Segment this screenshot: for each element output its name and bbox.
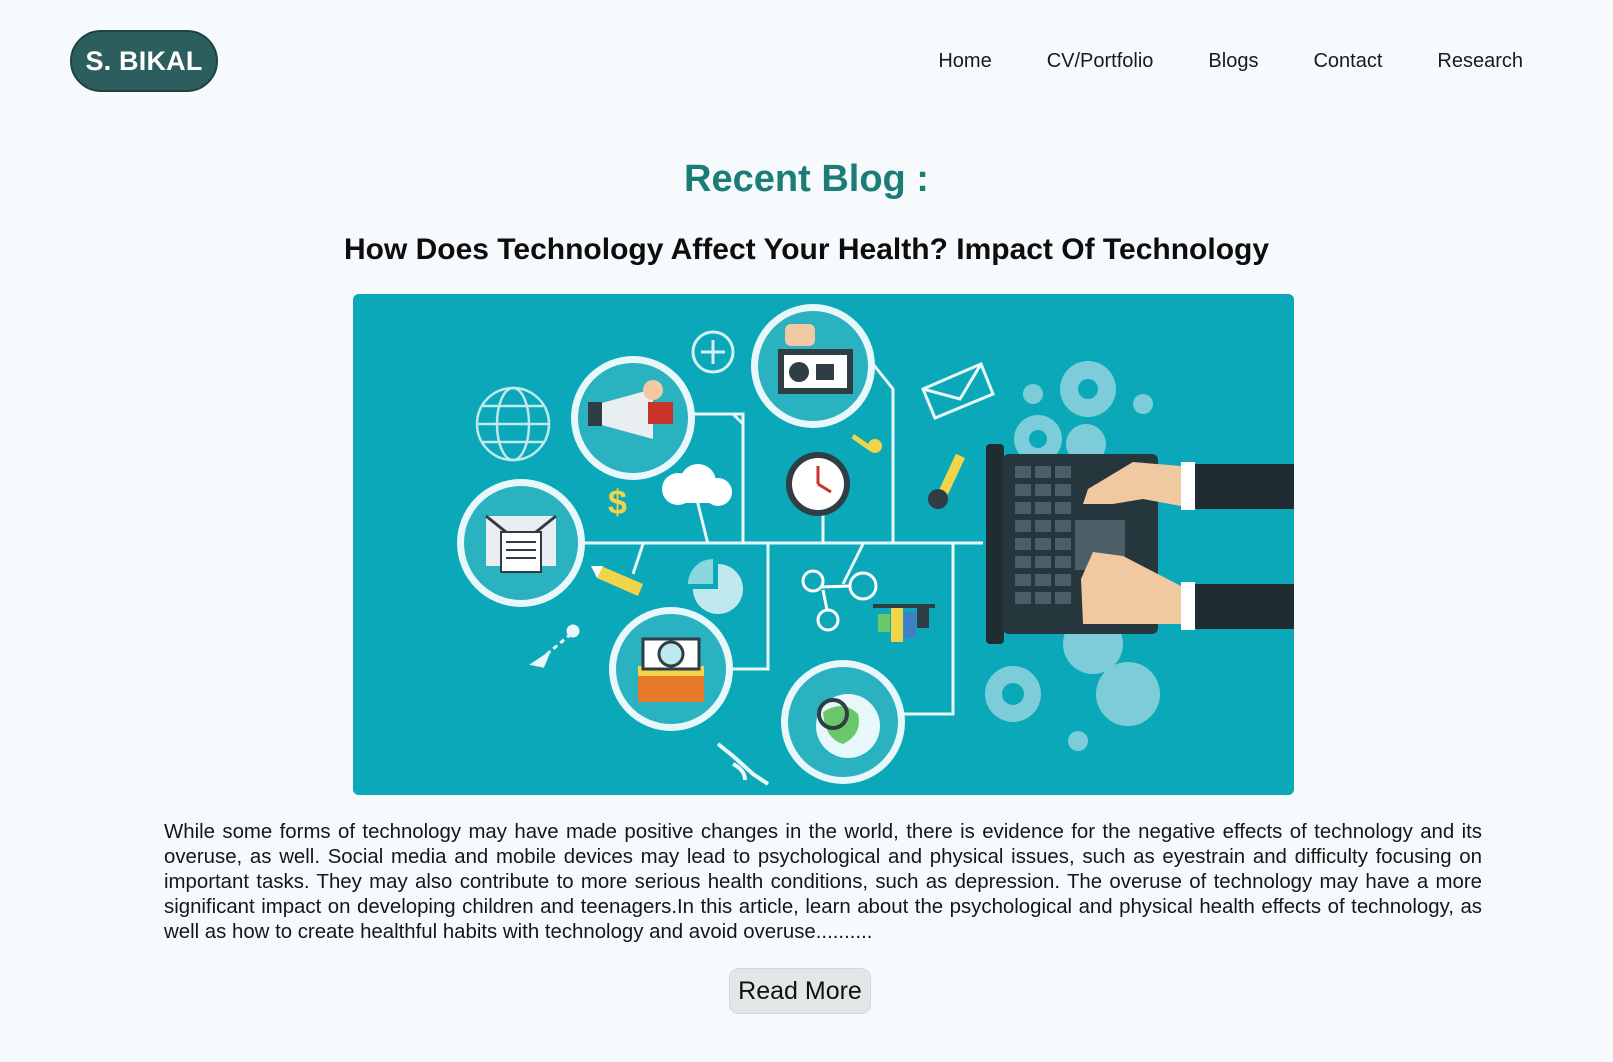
page: S. BIKAL Home CV/Portfolio Blogs Contact… bbox=[0, 0, 1613, 1062]
envelope-circle-icon bbox=[457, 479, 585, 607]
main-nav: Home CV/Portfolio Blogs Contact Research bbox=[938, 49, 1523, 73]
nav-research[interactable]: Research bbox=[1437, 49, 1523, 73]
post-excerpt: While some forms of technology may have … bbox=[164, 821, 1482, 943]
technology-illustration: $ bbox=[353, 294, 1294, 795]
video-player-icon bbox=[751, 304, 875, 428]
post-title[interactable]: How Does Technology Affect Your Health? … bbox=[0, 233, 1613, 267]
nav-blogs[interactable]: Blogs bbox=[1208, 49, 1258, 73]
clock-icon bbox=[786, 452, 850, 516]
site-logo[interactable]: S. BIKAL bbox=[70, 30, 218, 92]
post-image[interactable]: $ bbox=[353, 294, 1294, 795]
read-more-button[interactable]: Read More bbox=[729, 968, 871, 1014]
section-title: Recent Blog : bbox=[684, 158, 929, 200]
global-search-icon bbox=[781, 660, 905, 784]
nav-contact[interactable]: Contact bbox=[1313, 49, 1382, 73]
nav-home[interactable]: Home bbox=[938, 49, 991, 73]
dollar-icon: $ bbox=[608, 484, 627, 522]
nav-cv-portfolio[interactable]: CV/Portfolio bbox=[1047, 49, 1154, 73]
megaphone-icon bbox=[571, 356, 695, 480]
search-box-icon bbox=[609, 607, 733, 731]
